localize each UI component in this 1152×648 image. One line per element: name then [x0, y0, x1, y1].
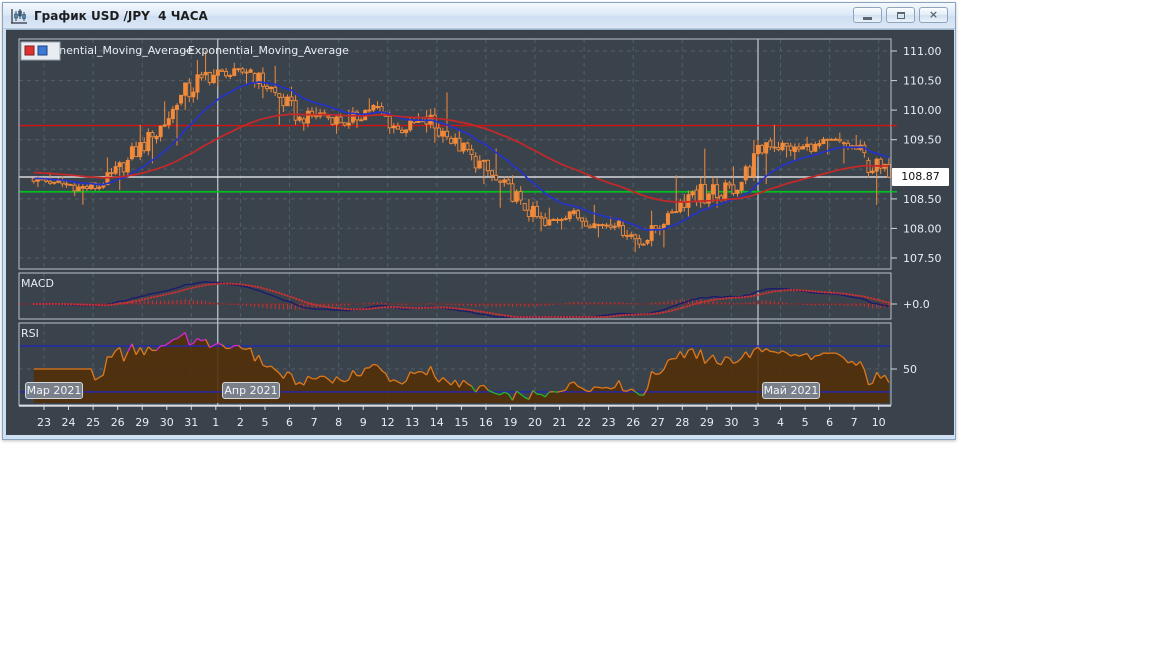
candles-layer	[31, 51, 891, 253]
x-axis-day-label: 7	[851, 416, 858, 429]
x-axis-day-label: 24	[62, 416, 76, 429]
x-axis-day-label: 30	[160, 416, 174, 429]
price-axis-label: 109.50	[903, 134, 942, 147]
price-axis-label: 108.00	[903, 222, 942, 235]
chart-client-area: 23 24 25 26 29 30 31 1 2 5 6 7 8 9 12 13 14 15 16 19 20 21 22 2…	[6, 29, 954, 435]
x-axis-day-label: 20	[528, 416, 542, 429]
app-candlestick-icon	[10, 8, 28, 24]
month-badge-may: Май 2021	[762, 382, 820, 399]
month-badge-april: Апр 2021	[222, 382, 280, 399]
x-axis-day-label: 22	[577, 416, 591, 429]
price-axis-label: 110.50	[903, 75, 942, 88]
rsi-label: RSI	[21, 327, 39, 340]
macd-panel	[19, 280, 891, 319]
x-axis-day-label: 5	[802, 416, 809, 429]
x-axis-day-label: 28	[675, 416, 689, 429]
x-axis-day-label: 2	[237, 416, 244, 429]
x-axis-day-label: 25	[86, 416, 100, 429]
x-axis-day-label: 26	[626, 416, 640, 429]
x-axis-day-label: 14	[430, 416, 444, 429]
chart-window: График USD /JPY 4 ЧАСА × 23 24 25 26 29 30 31 1…	[2, 2, 956, 440]
macd-line	[33, 280, 890, 318]
x-axis-day-label: 6	[286, 416, 293, 429]
x-axis-day-label: 30	[724, 416, 738, 429]
x-axis-day-label: 1	[212, 416, 219, 429]
price-axis-label: 107.50	[903, 252, 942, 265]
rsi-axis-label: 50	[903, 363, 917, 376]
desktop: График USD /JPY 4 ЧАСА × 23 24 25 26 29 30 31 1…	[0, 0, 1152, 648]
minimize-icon	[863, 16, 872, 20]
x-axis-day-label: 4	[777, 416, 784, 429]
x-axis-day-label: 29	[700, 416, 714, 429]
x-axis-day-label: 19	[503, 416, 517, 429]
restore-button[interactable]	[886, 7, 915, 23]
macd-axis-label: +0.0	[903, 298, 930, 311]
legend-blue-swatch	[37, 45, 48, 56]
current-price-label: 108.87	[892, 168, 949, 186]
rsi-panel	[19, 331, 891, 403]
window-title: График USD /JPY 4 ЧАСА	[34, 8, 208, 23]
x-axis-day-label: 16	[479, 416, 493, 429]
x-axis-day-label: 15	[454, 416, 468, 429]
month-badge-march: Мар 2021	[25, 382, 83, 399]
x-axis-day-label: 8	[335, 416, 342, 429]
x-axis-day-label: 21	[553, 416, 567, 429]
legend-ema-slow-label: -Exponential_Moving_Average	[184, 44, 349, 57]
macd-label: MACD	[21, 277, 54, 290]
close-button[interactable]: ×	[919, 7, 948, 23]
restore-icon	[896, 11, 905, 19]
price-axis-label: 110.00	[903, 104, 942, 117]
legend-red-swatch	[24, 45, 35, 56]
x-axis-day-label: 9	[360, 416, 367, 429]
x-axis-day-label: 7	[311, 416, 318, 429]
x-axis-day-label: 5	[262, 416, 269, 429]
price-axis-label: 108.50	[903, 193, 942, 206]
x-axis-day-label: 13	[405, 416, 419, 429]
x-axis-day-label: 3	[753, 416, 760, 429]
price-panel	[19, 51, 891, 253]
ema-fast-line	[33, 81, 890, 232]
x-axis-day-label: 23	[37, 416, 51, 429]
chart-canvas[interactable]: 23 24 25 26 29 30 31 1 2 5 6 7 8 9 12 13 14 15 16 19 20 21 22 2…	[6, 30, 954, 435]
x-axis-day-label: 10	[872, 416, 886, 429]
x-axis-day-label: 29	[135, 416, 149, 429]
month-separators	[217, 39, 759, 406]
macd-signal-line	[32, 282, 890, 319]
window-controls: ×	[853, 7, 948, 23]
x-axis-day-label: 23	[602, 416, 616, 429]
price-axis-label: 111.00	[903, 45, 942, 58]
x-axis-day-label: 26	[111, 416, 125, 429]
window-titlebar[interactable]: График USD /JPY 4 ЧАСА ×	[3, 3, 955, 29]
x-axis-day-label: 12	[381, 416, 395, 429]
minimize-button[interactable]	[853, 7, 882, 23]
x-axis-day-label: 31	[184, 416, 198, 429]
x-axis-day-label: 27	[651, 416, 665, 429]
close-icon: ×	[928, 8, 939, 21]
x-axis-day-label: 6	[826, 416, 833, 429]
